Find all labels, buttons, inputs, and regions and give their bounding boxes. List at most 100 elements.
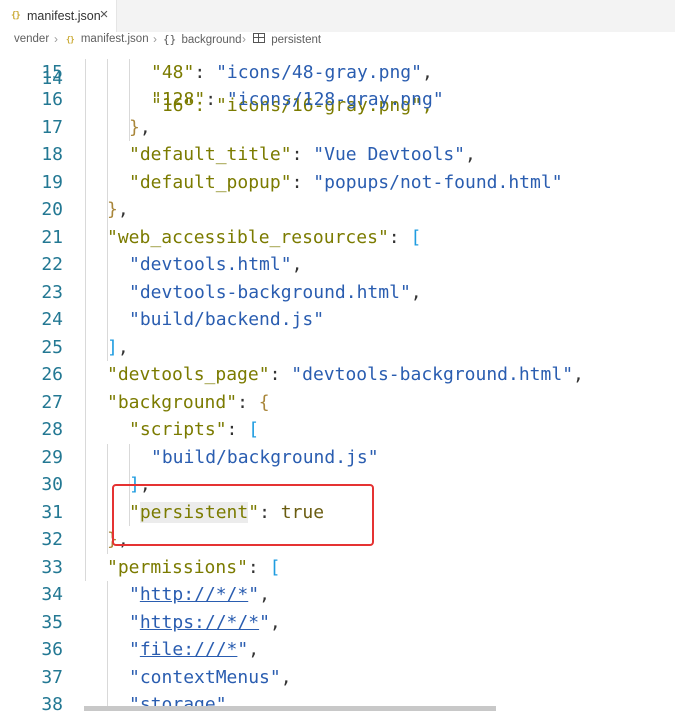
quote: " [237, 556, 248, 578]
line-number: 35 [41, 611, 63, 633]
line-number: 31 [41, 501, 63, 523]
breadcrumb-item-background[interactable]: {} background [163, 33, 242, 46]
code-editor[interactable]: 14 "16": "icons/16-gray.png", 15 "48": "i… [0, 50, 675, 711]
quote: " [313, 144, 325, 165]
line-number: 21 [41, 226, 63, 248]
line-content: "contextMenus", [129, 664, 292, 692]
json-key: 48 [161, 61, 184, 83]
code-line: 25], [0, 334, 675, 362]
breadcrumb-item-vender[interactable]: vender [14, 33, 49, 45]
quote: " [226, 391, 238, 413]
quote: " [215, 419, 227, 440]
quote: " [129, 611, 140, 633]
code-line: 16 "128": "icons/128-gray.png" [0, 86, 675, 114]
json-string-value: icons/128-gray.png [237, 89, 433, 110]
close-icon[interactable]: × [96, 7, 112, 23]
quote: " [129, 144, 140, 165]
punctuation: , [421, 61, 433, 83]
line-number: 30 [41, 474, 63, 495]
punctuation: , [573, 364, 584, 385]
property-icon [253, 33, 265, 43]
json-string-value: https://*/* [139, 611, 260, 633]
quote: " [107, 556, 118, 578]
horizontal-scrollbar[interactable] [84, 706, 496, 711]
quote: " [194, 89, 206, 110]
line-content: "devtools.html", [129, 251, 302, 279]
line-content: "build/background.js" [151, 444, 379, 472]
line-content: }, [129, 114, 151, 142]
punctuation: : [237, 391, 259, 413]
json-string-value: build/background.js [161, 446, 368, 468]
highlight-box [112, 484, 374, 546]
quote: " [129, 309, 140, 330]
quote: " [313, 309, 325, 330]
punctuation: , [465, 144, 476, 165]
punctuation: , [410, 281, 422, 303]
quote: " [367, 446, 379, 468]
quote: " [129, 584, 140, 605]
line-content: "permissions": [ [107, 554, 280, 582]
line-number: 20 [41, 199, 63, 220]
quote: " [259, 611, 270, 633]
json-string-value: icons/48-gray.png [226, 61, 412, 83]
json-string-value: devtools.html [139, 254, 281, 275]
quote: " [291, 364, 303, 385]
code-line: 34 "http://*/*", [0, 581, 675, 609]
json-file-icon: {} [11, 11, 21, 21]
code-line: 27 "background": { [0, 389, 675, 417]
code-line: 20}, [0, 196, 675, 224]
line-content: "https://*/*", [129, 609, 281, 637]
quote: " [399, 281, 411, 303]
quote: " [129, 254, 140, 275]
line-number: 24 [41, 309, 63, 330]
code-line: 37 "contextMenus", [0, 664, 675, 692]
line-number: 38 [41, 694, 63, 711]
bracket: ] [107, 336, 118, 358]
quote: " [551, 171, 563, 193]
json-string-value: Vue Devtools [324, 144, 455, 165]
quote: " [151, 446, 162, 468]
punctuation: , [259, 584, 270, 605]
tab-manifest-json[interactable]: {} manifest.json × [0, 0, 117, 32]
quote: " [454, 144, 465, 165]
line-number: 32 [41, 529, 63, 550]
tab-bar: {} manifest.json × [0, 0, 675, 32]
line-number: 29 [41, 446, 63, 468]
breadcrumb-item-manifest[interactable]: {} manifest.json [66, 33, 149, 45]
quote: " [183, 61, 195, 83]
json-key: default_popup [139, 171, 281, 193]
line-content: "background": { [107, 389, 270, 417]
line-content: "128": "icons/128-gray.png" [151, 86, 444, 114]
punctuation: : [226, 419, 249, 440]
line-number: 22 [41, 254, 63, 275]
quote: " [129, 666, 140, 688]
object-icon: {} [163, 33, 177, 46]
punctuation: , [117, 336, 129, 358]
json-string-value: devtools-background.html [302, 364, 563, 385]
line-number: 36 [41, 639, 63, 660]
punctuation: : [388, 226, 411, 248]
quote: " [411, 61, 422, 83]
json-string-value: contextMenus [139, 666, 270, 688]
breadcrumb-label: background [181, 34, 242, 46]
json-key: scripts [139, 419, 216, 440]
punctuation: : [291, 171, 314, 193]
quote: " [258, 364, 270, 385]
bracket: { [258, 391, 270, 413]
line-content: "http://*/*", [129, 581, 270, 609]
quote: " [269, 666, 281, 688]
bracket: } [129, 116, 140, 138]
bracket: [ [410, 226, 422, 248]
quote: " [377, 226, 389, 248]
line-number: 27 [41, 391, 63, 413]
punctuation: : [269, 364, 292, 385]
line-content: "default_popup": "popups/not-found.html" [129, 169, 563, 197]
breadcrumb-item-persistent[interactable]: persistent [253, 33, 321, 46]
code-line: 21 "web_accessible_resources": [ [0, 224, 675, 252]
chevron-right-icon: › [153, 32, 157, 46]
json-file-icon: {} [66, 35, 75, 44]
line-number: 26 [41, 364, 63, 385]
quote: " [280, 144, 292, 165]
line-number: 15 [41, 61, 63, 83]
quote: " [313, 171, 325, 193]
